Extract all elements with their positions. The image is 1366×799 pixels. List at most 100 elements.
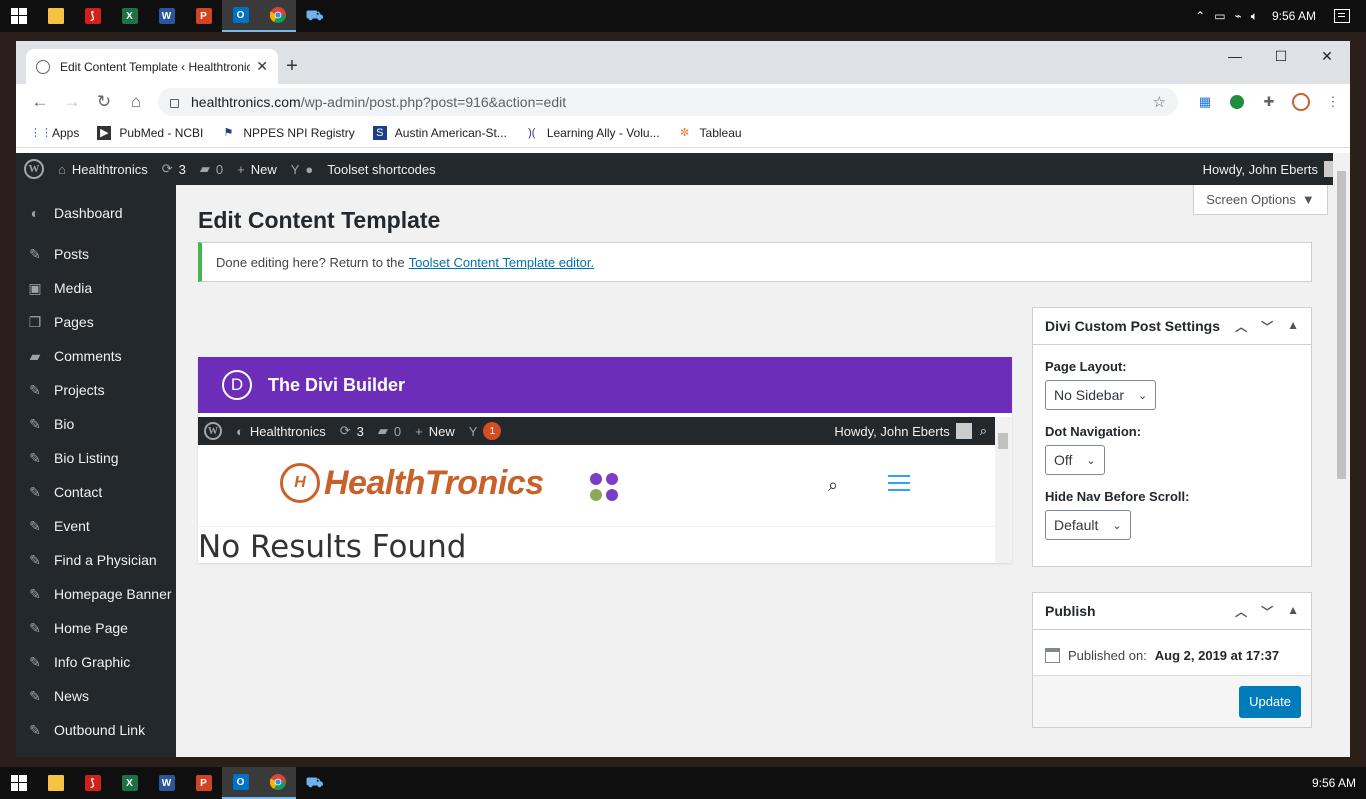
sidebar-item-info-graphic[interactable]: ✎ Info Graphic: [16, 645, 176, 679]
account-menu[interactable]: Howdy, John Eberts: [1203, 161, 1340, 177]
reload-icon[interactable]: ↻: [88, 92, 120, 112]
extensions-puzzle-icon[interactable]: ✚: [1260, 93, 1278, 111]
powerpoint-icon[interactable]: P: [185, 767, 222, 799]
page-scrollbar[interactable]: [1333, 153, 1350, 757]
update-button[interactable]: Update: [1239, 685, 1301, 718]
sidebar-item-projects[interactable]: ✎ Projects: [16, 373, 176, 407]
preview-search-icon[interactable]: ⌕: [828, 475, 838, 496]
wp-logo-menu[interactable]: W: [24, 159, 44, 179]
sidebar-item-bio-listing[interactable]: ✎ Bio Listing: [16, 441, 176, 475]
preview-yoast-menu[interactable]: Y1: [469, 422, 502, 440]
preview-site-link[interactable]: ◐ Healthtronics: [236, 424, 326, 439]
adobe-acrobat-icon[interactable]: ⟆: [74, 767, 111, 799]
dot-navigation-select[interactable]: Off ⌄: [1045, 445, 1105, 475]
sidebar-item-home-page[interactable]: ✎ Home Page: [16, 611, 176, 645]
sidebar-item-pages[interactable]: ❐ Pages: [16, 305, 176, 339]
screen-options-button[interactable]: Screen Options ▼: [1193, 185, 1328, 215]
file-explorer-icon[interactable]: [37, 0, 74, 32]
file-explorer-icon[interactable]: [37, 767, 74, 799]
divi-settings-header[interactable]: Divi Custom Post Settings ︿ ﹀ ▲: [1033, 308, 1311, 345]
toolset-shortcodes-link[interactable]: Toolset shortcodes: [327, 162, 435, 177]
preview-scrollbar[interactable]: [995, 417, 1012, 563]
bookmark-pubmed[interactable]: ▶ PubMed - NCBI: [97, 126, 203, 140]
preview-updates-link[interactable]: ⟳ 3: [340, 423, 364, 439]
sidebar-item-outbound-link[interactable]: ✎ Outbound Link: [16, 713, 176, 747]
divi-builder-header[interactable]: D The Divi Builder: [198, 357, 1012, 413]
close-tab-icon[interactable]: ✕: [256, 58, 268, 75]
bookmark-apps[interactable]: ⋮⋮ Apps: [30, 126, 79, 140]
minimize-button[interactable]: —: [1212, 41, 1258, 71]
battery-icon[interactable]: ▭: [1214, 9, 1225, 23]
chrome-icon[interactable]: [259, 767, 296, 799]
bookmark-nppes[interactable]: ⚑ NPPES NPI Registry: [221, 126, 354, 140]
taskbar-clock[interactable]: 9:56 AM: [1312, 776, 1356, 790]
excel-icon[interactable]: X: [111, 0, 148, 32]
toggle-panel-icon[interactable]: ▲: [1287, 603, 1299, 620]
volume-icon[interactable]: 🔈︎: [1251, 9, 1258, 24]
chrome-icon[interactable]: [259, 0, 296, 32]
windows-start-icon[interactable]: [0, 0, 37, 32]
chevron-up-icon[interactable]: ︿: [1235, 603, 1247, 620]
sidebar-item-homepage-banner[interactable]: ✎ Homepage Banner: [16, 577, 176, 611]
hamburger-menu-icon[interactable]: [888, 475, 910, 493]
sidebar-item-media[interactable]: ▣ Media: [16, 271, 176, 305]
maximize-button[interactable]: ☐: [1258, 41, 1304, 71]
outlook-icon[interactable]: O: [222, 0, 259, 32]
taskbar-clock[interactable]: 9:56 AM: [1272, 9, 1316, 23]
address-bar[interactable]: healthtronics.com/wp-admin/post.php?post…: [158, 87, 1178, 116]
chevron-up-icon[interactable]: ︿: [1235, 318, 1247, 335]
sidebar-item-find-a-physician[interactable]: ✎ Find a Physician: [16, 543, 176, 577]
preview-account-menu[interactable]: Howdy, John Eberts: [834, 423, 972, 439]
excel-icon[interactable]: X: [111, 767, 148, 799]
page-preview-frame[interactable]: W ◐ Healthtronics ⟳ 3 ▰ 0 + New Y1 Howdy, Jo…: [198, 413, 1012, 563]
toggle-panel-icon[interactable]: ▲: [1287, 318, 1299, 335]
sidebar-item-dashboard[interactable]: ◐ Dashboard: [16, 193, 176, 233]
powerpoint-icon[interactable]: P: [185, 0, 222, 32]
bookmark-learning-ally[interactable]: )(Learning Ally - Volu...: [525, 126, 659, 140]
updates-link[interactable]: ⟳ 3: [162, 161, 186, 177]
site-name-link[interactable]: ⌂ Healthtronics: [58, 162, 148, 177]
bookmark-tableau[interactable]: ✼ Tableau: [678, 126, 742, 140]
bookmark-statesman[interactable]: S Austin American-St...: [372, 126, 507, 140]
sheets-extension-icon[interactable]: ▦: [1196, 93, 1214, 111]
browser-tab[interactable]: Edit Content Template ‹ Healthtronics ✕: [26, 49, 278, 84]
sidebar-item-news[interactable]: ✎ News: [16, 679, 176, 713]
hide-nav-select[interactable]: Default ⌄: [1045, 510, 1131, 540]
close-window-button[interactable]: ✕: [1304, 41, 1350, 71]
chevron-down-icon[interactable]: ﹀: [1261, 318, 1273, 335]
preview-comments-link[interactable]: ▰ 0: [378, 423, 401, 439]
toolset-editor-link[interactable]: Toolset Content Template editor.: [409, 255, 595, 270]
green-extension-icon[interactable]: [1228, 93, 1246, 111]
yoast-menu[interactable]: Y ●: [291, 162, 314, 177]
chrome-menu-icon[interactable]: ⋮: [1324, 93, 1342, 111]
sidebar-item-comments[interactable]: ▰ Comments: [16, 339, 176, 373]
healthtronics-logo[interactable]: H HealthTronics: [280, 463, 544, 503]
profile-avatar[interactable]: [1292, 92, 1310, 111]
windows-start-icon[interactable]: [0, 767, 37, 799]
sidebar-item-bio[interactable]: ✎ Bio: [16, 407, 176, 441]
lock-icon[interactable]: [170, 98, 179, 108]
home-icon[interactable]: ⌂: [120, 92, 152, 112]
back-arrow-icon[interactable]: ←: [24, 92, 56, 112]
word-icon[interactable]: W: [148, 767, 185, 799]
notification-center-icon[interactable]: [1334, 9, 1350, 23]
sidebar-item-posts[interactable]: ✎ Posts: [16, 237, 176, 271]
outlook-icon[interactable]: O: [222, 767, 259, 799]
new-content-link[interactable]: + New: [237, 162, 277, 177]
page-layout-select[interactable]: No Sidebar ⌄: [1045, 380, 1157, 410]
adobe-acrobat-icon[interactable]: ⟆: [74, 0, 111, 32]
remote-desktop-icon[interactable]: ⛟: [296, 767, 333, 799]
preview-new-link[interactable]: + New: [415, 424, 455, 439]
remote-desktop-icon[interactable]: ⛟: [296, 0, 333, 32]
bookmark-star-icon[interactable]: ☆: [1153, 93, 1166, 111]
network-icon[interactable]: ⌁: [1235, 9, 1242, 23]
preview-wp-logo[interactable]: W: [204, 422, 222, 440]
chevron-down-icon[interactable]: ﹀: [1261, 603, 1273, 620]
comments-link[interactable]: ▰ 0: [200, 161, 223, 177]
chevron-up-icon[interactable]: ⌃: [1195, 9, 1205, 23]
word-icon[interactable]: W: [148, 0, 185, 32]
sidebar-item-event[interactable]: ✎ Event: [16, 509, 176, 543]
search-icon[interactable]: ⌕: [980, 423, 987, 439]
new-tab-button[interactable]: +: [278, 55, 306, 78]
sidebar-item-contact[interactable]: ✎ Contact: [16, 475, 176, 509]
